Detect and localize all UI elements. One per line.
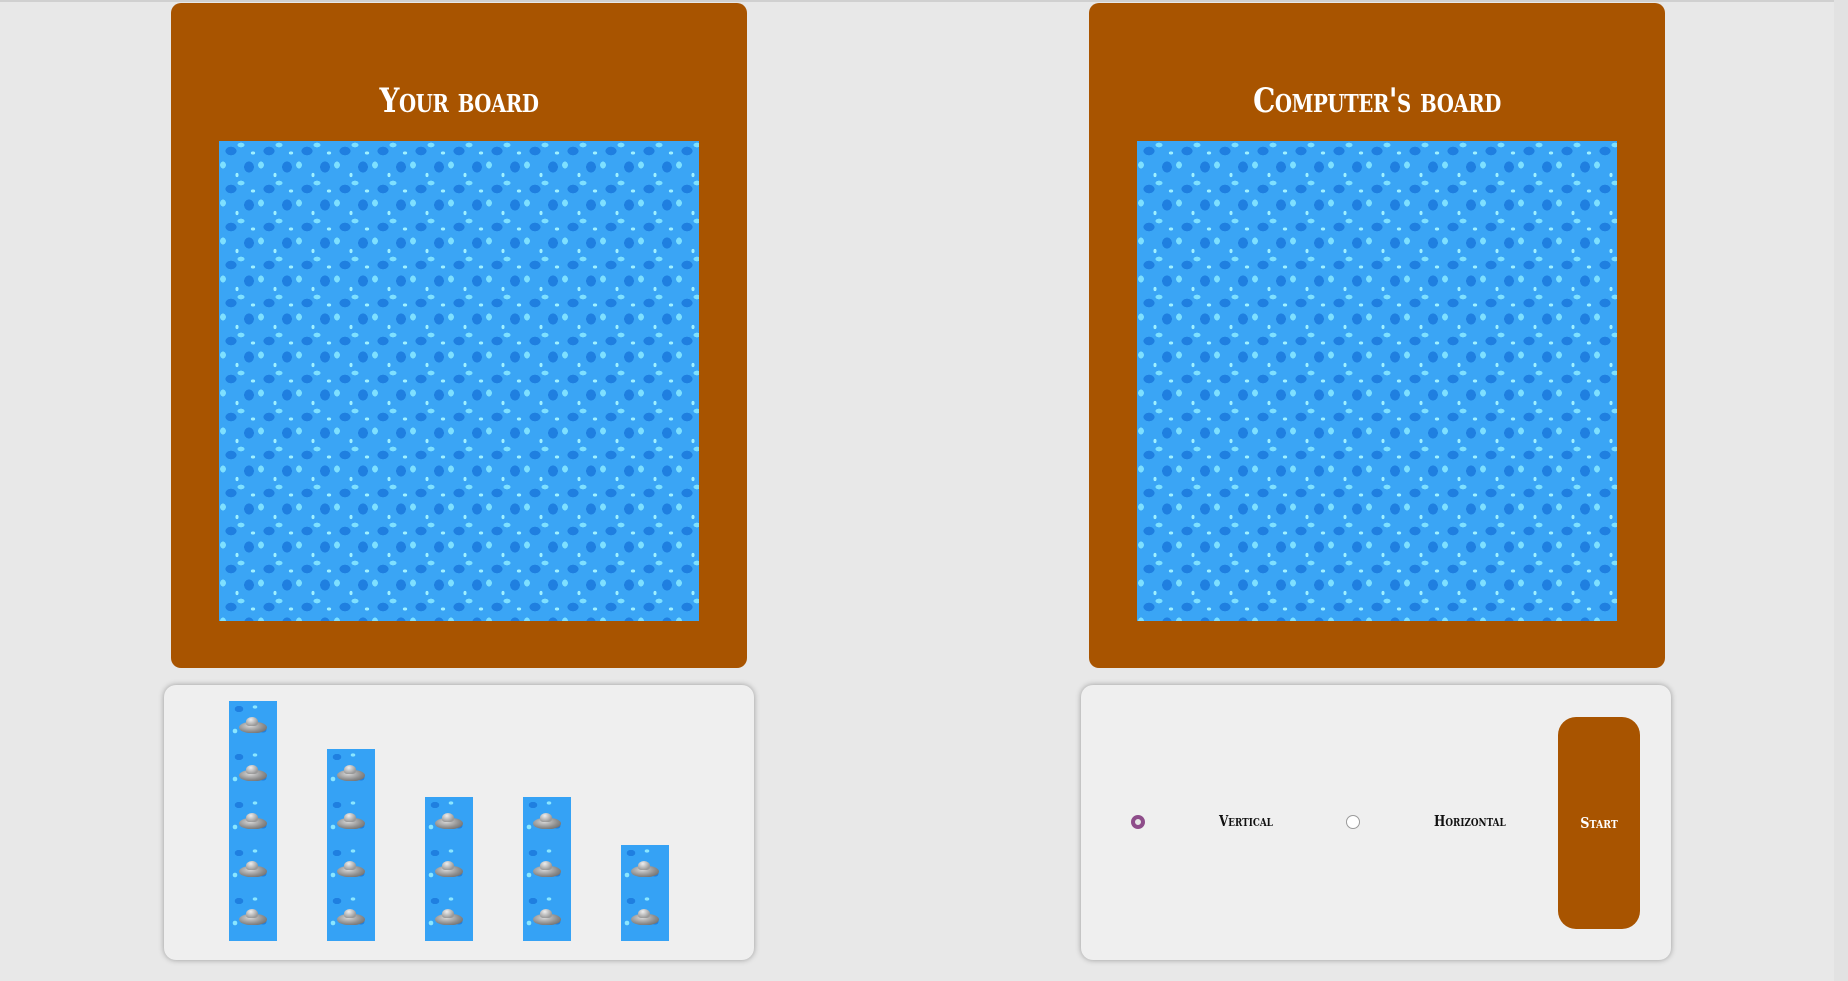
page-scrollbar[interactable]	[1834, 0, 1848, 981]
start-button-label: Start	[1580, 814, 1618, 832]
player-board-grid[interactable]	[219, 141, 699, 621]
ship-segment-icon	[433, 859, 465, 879]
ship-segment-icon	[629, 907, 661, 927]
vertical-radio[interactable]	[1131, 815, 1145, 829]
ship-segment-icon	[335, 859, 367, 879]
ship-segment-icon	[335, 763, 367, 783]
ship-segment-icon	[335, 811, 367, 831]
fleet-ship-3a[interactable]	[425, 797, 473, 941]
ship-segment-icon	[335, 907, 367, 927]
ship-segment-icon	[237, 907, 269, 927]
player-board-panel: Your board	[171, 3, 747, 668]
computer-board-panel: Computer's board	[1089, 3, 1665, 668]
ship-segment-icon	[531, 859, 563, 879]
ship-segment-icon	[531, 811, 563, 831]
fleet-ship-4[interactable]	[327, 749, 375, 941]
ship-segment-icon	[433, 811, 465, 831]
vertical-label[interactable]: Vertical	[1219, 812, 1273, 830]
computer-board-grid[interactable]	[1137, 141, 1617, 621]
fleet-ship-3b[interactable]	[523, 797, 571, 941]
fleet-card	[164, 685, 754, 960]
ship-segment-icon	[237, 859, 269, 879]
fleet-ship-2[interactable]	[621, 845, 669, 941]
horizontal-label[interactable]: Horizontal	[1434, 812, 1506, 830]
ship-segment-icon	[237, 811, 269, 831]
ship-segment-icon	[237, 763, 269, 783]
ship-segment-icon	[629, 859, 661, 879]
ship-segment-icon	[531, 907, 563, 927]
fleet-ship-5[interactable]	[229, 701, 277, 941]
ship-segment-icon	[433, 907, 465, 927]
ship-segment-icon	[237, 715, 269, 735]
computer-board-title: Computer's board	[1253, 81, 1501, 121]
controls-card: Vertical Horizontal Start	[1081, 685, 1671, 960]
start-button[interactable]: Start	[1558, 717, 1640, 929]
top-border	[0, 0, 1848, 2]
horizontal-radio[interactable]	[1346, 815, 1360, 829]
player-board-title: Your board	[379, 81, 539, 121]
